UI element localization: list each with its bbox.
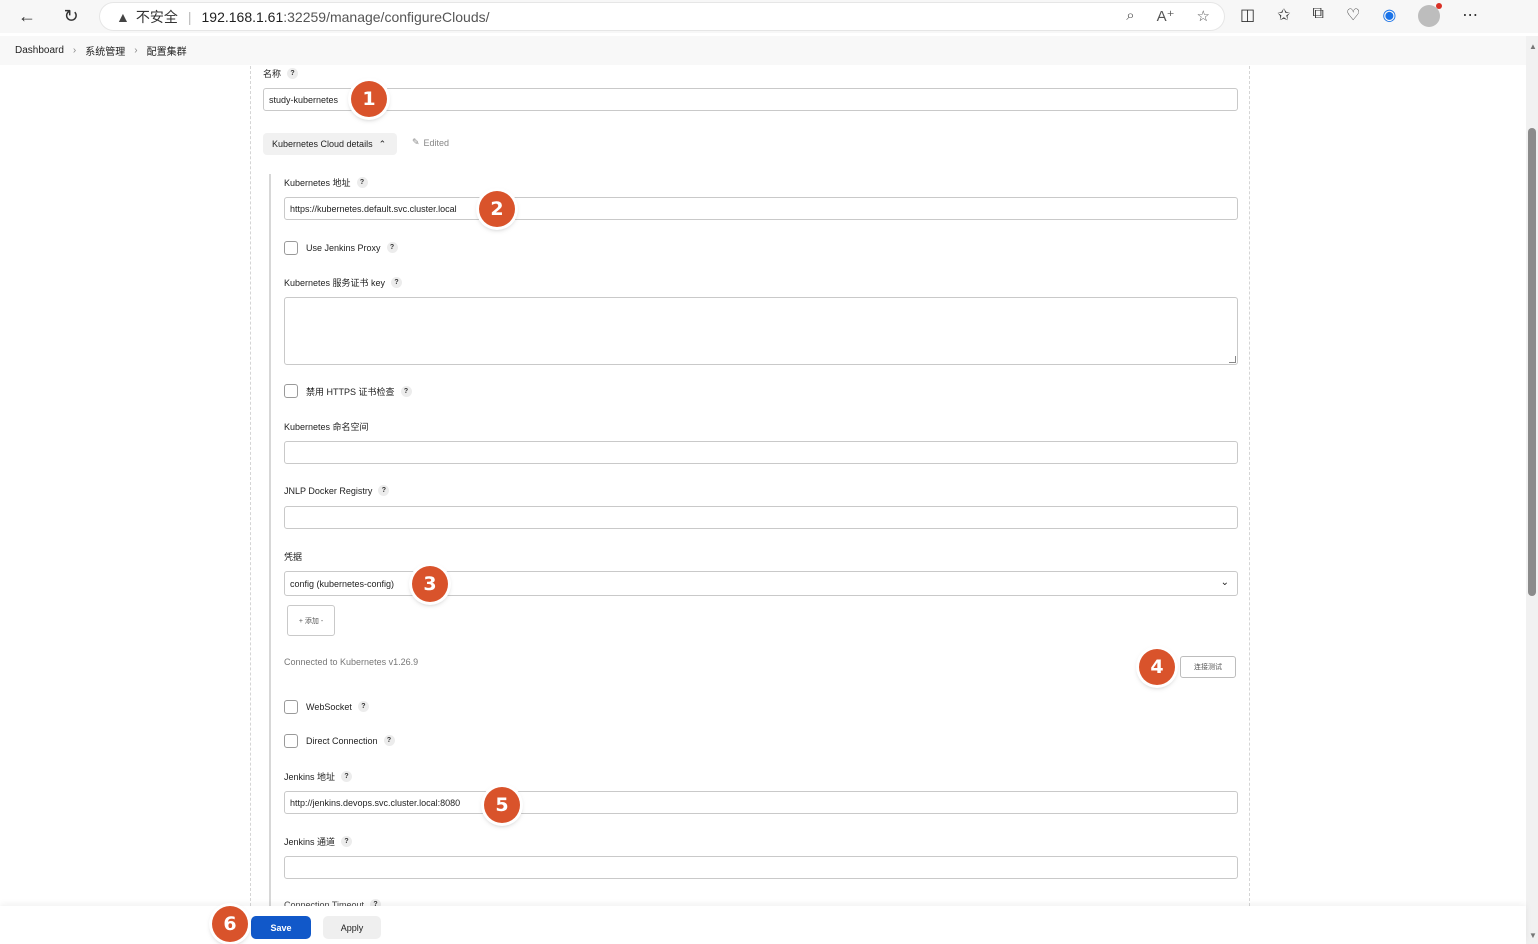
read-aloud-icon[interactable]: A⁺ [1157, 7, 1175, 25]
help-icon[interactable]: ? [383, 735, 395, 746]
more-menu-icon[interactable]: ⋯ [1462, 5, 1478, 27]
browser-toolbar: ← ↻ ▲ 不安全 | 192.168.1.61:32259/manage/co… [0, 0, 1538, 33]
jenkins-tunnel-label: Jenkins 通道 ? [284, 835, 353, 848]
section-title: Kubernetes Cloud details [272, 139, 373, 149]
add-credentials-button[interactable]: + 添加 - [287, 605, 335, 636]
jenkins-tunnel-label-text: Jenkins 通道 [284, 837, 336, 847]
help-icon[interactable]: ? [356, 177, 368, 188]
save-button[interactable]: Save [251, 916, 311, 939]
k8s-url-label-text: Kubernetes 地址 [284, 178, 351, 188]
favorite-star-icon[interactable]: ☆ [1197, 7, 1210, 25]
disable-https-label: 禁用 HTTPS 证书检查 ? [306, 385, 412, 398]
chevron-right-icon: › [134, 45, 138, 56]
edge-icon[interactable]: ◉ [1382, 5, 1396, 27]
security-warning: 不安全 [135, 8, 178, 25]
help-icon[interactable]: ? [341, 836, 353, 847]
breadcrumb-clouds[interactable]: 配置集群 [147, 43, 187, 58]
annotation-marker-6: 6 [212, 906, 248, 942]
edited-indicator: ✎ Edited [412, 137, 449, 148]
name-input[interactable]: study-kubernetes [263, 88, 1238, 111]
cert-key-textarea[interactable] [284, 297, 1238, 365]
jenkins-url-label: Jenkins 地址 ? [284, 770, 353, 783]
split-screen-icon[interactable]: ◫ [1240, 5, 1255, 27]
help-icon[interactable]: ? [378, 485, 390, 496]
breadcrumb-system[interactable]: 系统管理 [85, 43, 125, 58]
apply-button[interactable]: Apply [323, 916, 381, 939]
chevron-down-icon: ⌄ [1220, 577, 1229, 588]
warning-icon: ▲ [116, 8, 130, 25]
chevron-right-icon: › [72, 45, 77, 56]
disable-https-checkbox[interactable] [284, 384, 298, 398]
url-path: :32259/manage/configureClouds/ [283, 8, 490, 25]
websocket-checkbox[interactable] [284, 700, 298, 714]
annotation-marker-5: 5 [484, 787, 520, 823]
disable-https-text: 禁用 HTTPS 证书检查 [306, 387, 395, 397]
namespace-input[interactable] [284, 441, 1238, 464]
edited-text: Edited [423, 137, 450, 148]
collections-icon[interactable]: ⧉ [1313, 5, 1324, 27]
pencil-icon: ✎ [412, 137, 420, 147]
address-separator: | [187, 8, 192, 25]
help-icon[interactable]: ? [400, 386, 412, 397]
namespace-label-text: Kubernetes 命名空间 [284, 422, 369, 432]
help-icon[interactable]: ? [341, 771, 353, 782]
url-host: 192.168.1.61 [201, 8, 284, 25]
annotation-marker-2: 2 [479, 191, 515, 227]
chevron-up-icon: ⌃ [378, 138, 387, 149]
address-bar[interactable]: ▲ 不安全 | 192.168.1.61:32259/manage/config… [100, 3, 1224, 30]
reload-icon[interactable]: ↻ [57, 2, 85, 30]
credentials-label-text: 凭据 [284, 552, 303, 562]
page-scrollbar[interactable]: ▲ ▼ [1526, 36, 1538, 944]
section-indent-line [269, 174, 271, 909]
annotation-marker-4: 4 [1139, 649, 1175, 685]
cloud-details-toggle[interactable]: Kubernetes Cloud details ⌃ [263, 133, 397, 155]
name-label-text: 名称 [263, 69, 282, 79]
help-icon[interactable]: ? [357, 701, 369, 712]
scrollbar-thumb[interactable] [1528, 128, 1536, 596]
use-proxy-checkbox[interactable] [284, 241, 298, 255]
breadcrumb: Dashboard › 系统管理 › 配置集群 [0, 36, 1526, 65]
websocket-label: WebSocket ? [306, 701, 369, 712]
resize-handle-icon[interactable] [1229, 356, 1236, 363]
use-proxy-text: Use Jenkins Proxy [306, 242, 381, 253]
jenkins-url-input[interactable]: http://jenkins.devops.svc.cluster.local:… [284, 791, 1238, 814]
back-icon[interactable]: ← [13, 2, 41, 30]
jenkins-tunnel-input[interactable] [284, 856, 1238, 879]
use-proxy-label: Use Jenkins Proxy ? [306, 242, 398, 253]
scroll-down-icon[interactable]: ▼ [1529, 931, 1537, 940]
credentials-label: 凭据 [284, 550, 302, 563]
help-icon[interactable]: ? [391, 277, 403, 288]
direct-connection-checkbox[interactable] [284, 734, 298, 748]
form-container [250, 66, 1250, 906]
jnlp-label-text: JNLP Docker Registry [284, 485, 373, 496]
annotation-marker-3: 3 [412, 566, 448, 602]
direct-connection-text: Direct Connection [306, 735, 378, 746]
name-label: 名称 ? [263, 67, 299, 80]
help-icon[interactable]: ? [287, 68, 299, 79]
test-connection-button[interactable]: 连接测试 [1180, 656, 1236, 678]
credentials-selected-value: config (kubernetes-config) [290, 578, 395, 589]
breadcrumb-dashboard[interactable]: Dashboard [15, 45, 64, 56]
cert-key-label: Kubernetes 服务证书 key ? [284, 276, 403, 289]
connection-status: Connected to Kubernetes v1.26.9 [284, 657, 419, 667]
jnlp-label: JNLP Docker Registry ? [284, 485, 390, 496]
annotation-marker-1: 1 [351, 81, 387, 117]
cert-key-label-text: Kubernetes 服务证书 key [284, 278, 386, 288]
favorites-icon[interactable]: ✩ [1277, 5, 1290, 27]
k8s-url-input[interactable]: https://kubernetes.default.svc.cluster.l… [284, 197, 1238, 220]
profile-avatar[interactable] [1418, 3, 1443, 27]
direct-connection-label: Direct Connection ? [306, 735, 395, 746]
websocket-text: WebSocket [306, 701, 352, 712]
jnlp-input[interactable] [284, 506, 1238, 529]
performance-icon[interactable]: ♡ [1346, 5, 1360, 27]
help-icon[interactable]: ? [386, 242, 398, 253]
zoom-icon[interactable]: ⌕ [1126, 7, 1134, 25]
scroll-up-icon[interactable]: ▲ [1529, 42, 1537, 51]
k8s-url-label: Kubernetes 地址 ? [284, 176, 368, 189]
jenkins-url-label-text: Jenkins 地址 [284, 772, 336, 782]
namespace-label: Kubernetes 命名空间 [284, 420, 369, 433]
